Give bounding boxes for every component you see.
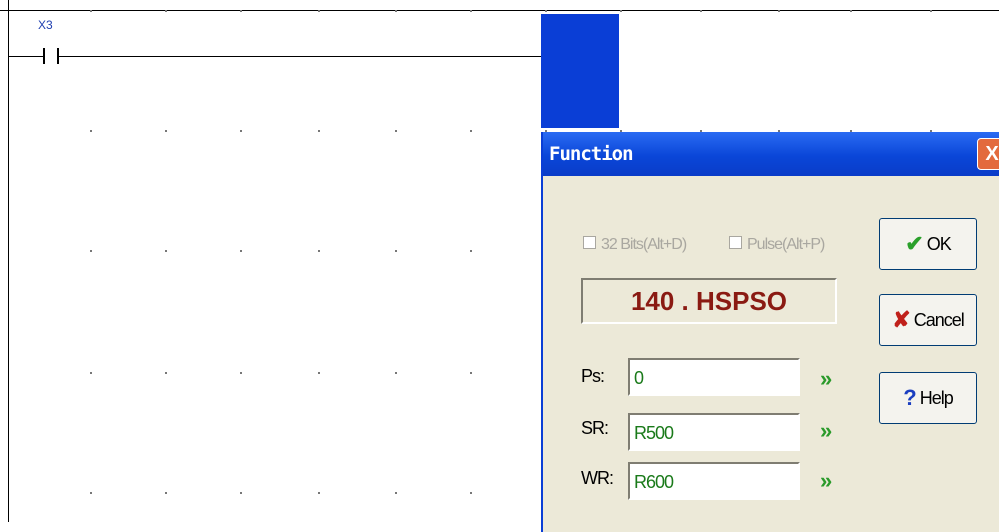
dialog-title: Function	[549, 143, 634, 165]
checkbox-pulse[interactable]	[729, 236, 742, 249]
grid-dot	[240, 250, 242, 252]
contact-left-bar	[43, 48, 45, 64]
grid-dot	[240, 130, 242, 132]
grid-dot	[318, 250, 320, 252]
grid-dot	[165, 10, 167, 12]
rung-wire-left	[9, 56, 43, 57]
param-input-sr[interactable]: R500	[628, 413, 800, 451]
grid-dot	[90, 10, 92, 12]
grid-dot	[90, 492, 92, 494]
grid-dot	[240, 10, 242, 12]
grid-dot	[165, 372, 167, 374]
grid-dot	[700, 10, 702, 12]
help-button[interactable]: ? Help	[879, 372, 977, 424]
grid-dot	[470, 372, 472, 374]
grid-dot	[318, 372, 320, 374]
grid-dot	[90, 250, 92, 252]
grid-dot	[930, 10, 932, 12]
grid-dot	[850, 10, 852, 12]
grid-dot	[318, 10, 320, 12]
grid-dot	[318, 492, 320, 494]
grid-dot	[395, 130, 397, 132]
close-icon: X	[985, 143, 999, 165]
grid-dot	[165, 250, 167, 252]
grid-dot	[240, 372, 242, 374]
grid-dot	[90, 130, 92, 132]
grid-dot	[165, 130, 167, 132]
grid-dot	[90, 372, 92, 374]
param-label-sr: SR:	[581, 418, 609, 438]
cancel-label: Cancel	[913, 309, 965, 330]
param-label-ps: Ps:	[581, 366, 605, 386]
grid-dot	[395, 10, 397, 12]
grid-dot	[470, 250, 472, 252]
grid-dot	[470, 492, 472, 494]
checkmark-icon: ✔	[905, 231, 923, 256]
question-icon: ?	[903, 385, 916, 410]
ok-label: OK	[926, 233, 952, 254]
checkbox-32-bits[interactable]	[583, 236, 596, 249]
grid-dot	[545, 10, 547, 12]
grid-dot	[470, 10, 472, 12]
grid-dot	[620, 10, 622, 12]
rung-wire	[59, 56, 541, 57]
grid-dot	[395, 250, 397, 252]
selected-cell-cursor[interactable]	[541, 14, 619, 128]
double-chevron-icon[interactable]: »	[820, 418, 832, 444]
param-input-wr[interactable]: R600	[628, 462, 800, 500]
grid-dot	[778, 10, 780, 12]
ok-button[interactable]: ✔ OK	[879, 218, 977, 270]
double-chevron-icon[interactable]: »	[820, 366, 832, 392]
close-button[interactable]: X	[977, 138, 999, 170]
grid-dot	[470, 130, 472, 132]
label-32-bits: 32 Bits(Alt+D)	[601, 236, 687, 253]
grid-dot	[240, 492, 242, 494]
param-input-ps[interactable]: 0	[628, 358, 800, 396]
grid-dot	[165, 492, 167, 494]
left-power-rail	[8, 0, 9, 522]
contact-label: X3	[38, 18, 53, 32]
cancel-button[interactable]: ✘ Cancel	[879, 294, 977, 346]
dialog-titlebar[interactable]: Function X	[543, 132, 999, 176]
x-mark-icon: ✘	[892, 307, 910, 332]
grid-dot	[395, 372, 397, 374]
function-dialog: Function X 32 Bits(Alt+D) Pulse(Alt+P) 1…	[541, 132, 999, 532]
param-label-wr: WR:	[581, 468, 614, 488]
label-pulse: Pulse(Alt+P)	[747, 236, 825, 253]
grid-dot	[395, 492, 397, 494]
function-name-display: 140 . HSPSO	[581, 278, 837, 324]
help-label: Help	[919, 387, 954, 408]
double-chevron-icon[interactable]: »	[820, 468, 832, 494]
grid-dot	[318, 130, 320, 132]
